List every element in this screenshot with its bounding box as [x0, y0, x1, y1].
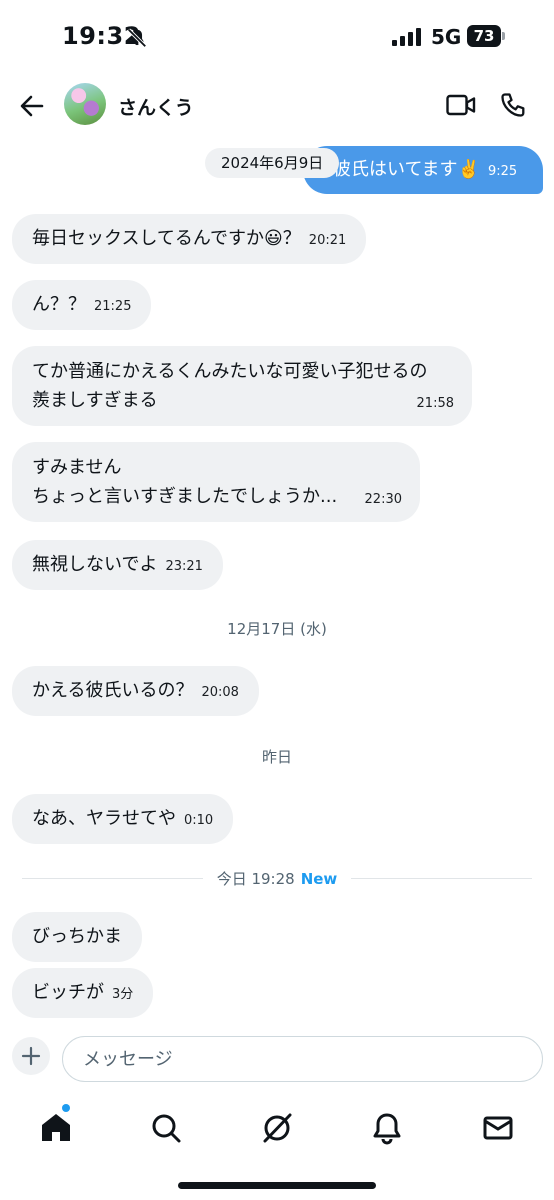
home-indicator [178, 1182, 376, 1189]
new-divider-label: 今日 19:28 [202, 870, 301, 888]
date-separator: 昨日 [261, 748, 292, 766]
message-time: 22:30 [364, 492, 402, 507]
phone-call-icon[interactable] [499, 91, 527, 119]
battery-indicator: 73 [467, 25, 507, 47]
notifications-icon[interactable] [367, 1108, 407, 1148]
messages-icon[interactable] [478, 1108, 518, 1148]
incoming-message[interactable]: ビッチが 3分 [12, 968, 154, 1018]
message-text: 彼氏はいてます✌️ [333, 159, 480, 180]
battery-tip [502, 32, 505, 40]
incoming-message[interactable]: かえる彼氏いるの？ 20:08 [12, 666, 259, 716]
search-icon[interactable] [146, 1108, 186, 1148]
message-time: 23:21 [165, 559, 203, 574]
contact-avatar[interactable] [64, 83, 106, 125]
date-separator: 12月17日 (水) [227, 620, 327, 638]
message-composer [0, 1030, 554, 1090]
message-text-line: すみません [32, 457, 122, 478]
incoming-message[interactable]: てか普通にかえるくんみたいな可愛い子犯せるの 羨ましすぎまる 21:58 [12, 346, 472, 426]
back-arrow-icon[interactable] [18, 92, 46, 120]
home-icon[interactable] [36, 1108, 76, 1148]
message-input[interactable] [62, 1036, 543, 1082]
video-call-icon[interactable] [446, 94, 476, 116]
battery-level: 73 [467, 25, 501, 47]
signal-icon [392, 28, 421, 46]
new-badge: New [300, 870, 352, 888]
message-text: なあ、ヤラせてや [32, 808, 176, 829]
home-notification-dot [62, 1104, 70, 1112]
contact-name[interactable]: さんくう [118, 93, 194, 120]
bottom-navigation [0, 1100, 554, 1160]
conversation-header: さんくう [0, 74, 554, 136]
message-text: 無視しないでよ [32, 554, 158, 575]
status-bar: 19:32 5G 73 [0, 0, 554, 74]
bell-muted-icon [127, 28, 147, 48]
grok-icon[interactable] [257, 1108, 297, 1148]
message-time: 20:08 [201, 685, 239, 700]
message-text-line: てか普通にかえるくんみたいな可愛い子犯せるの [32, 361, 428, 382]
incoming-message[interactable]: 無視しないでよ 23:21 [12, 540, 223, 590]
message-text: 毎日セックスしてるんですか😃？ [32, 228, 301, 249]
incoming-message[interactable]: すみません ちょっと言いすぎましたでしょうか... 22:30 [12, 442, 420, 522]
plus-icon [21, 1046, 41, 1066]
message-text: ビッチが [32, 982, 104, 1003]
add-attachment-button[interactable] [12, 1037, 50, 1075]
message-text-line: ちょっと言いすぎましたでしょうか... [32, 486, 338, 507]
date-chip: 2024年6月9日 [205, 148, 340, 178]
message-time: 0:10 [184, 813, 214, 828]
new-divider: 今日 19:28 New [0, 868, 554, 889]
message-text: びっちかま [32, 926, 122, 947]
outgoing-message[interactable]: 彼氏はいてます✌️ 9:25 [303, 146, 543, 194]
incoming-message[interactable]: 毎日セックスしてるんですか😃？ 20:21 [12, 214, 367, 264]
message-text: ん？？ [32, 294, 86, 315]
network-label: 5G [431, 25, 462, 49]
message-text-line: 羨ましすぎまる [32, 390, 158, 411]
message-time: 21:25 [94, 299, 132, 314]
message-text: かえる彼氏いるの？ [32, 680, 194, 701]
message-time: 3分 [112, 987, 134, 1002]
incoming-message[interactable]: なあ、ヤラせてや 0:10 [12, 794, 234, 844]
message-time: 21:58 [416, 396, 454, 411]
incoming-message[interactable]: びっちかま [12, 912, 142, 962]
message-list[interactable]: 彼氏はいてます✌️ 9:25 2024年6月9日 毎日セックスしてるんですか😃？ 2… [0, 136, 554, 1026]
message-time: 20:21 [308, 233, 347, 248]
message-time: 9:25 [487, 164, 518, 179]
incoming-message[interactable]: ん？？ 21:25 [12, 280, 152, 330]
